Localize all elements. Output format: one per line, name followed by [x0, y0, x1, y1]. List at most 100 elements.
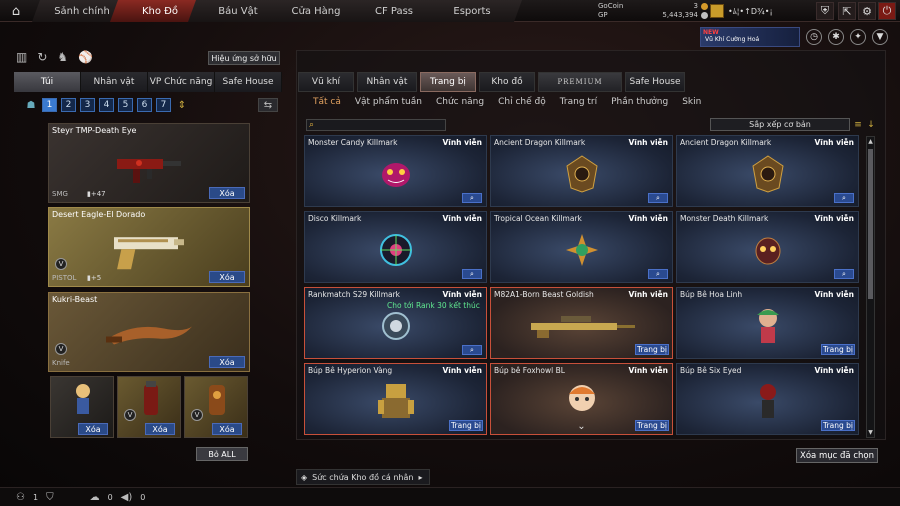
item-name: Búp Bê Six Eyed — [680, 366, 742, 375]
equipment-slot[interactable]: V Xóa — [184, 376, 248, 438]
magnifier-icon: ⌕ — [656, 193, 660, 202]
clock-icon[interactable]: ◷ — [806, 29, 822, 45]
subtab-chuc-nang[interactable]: Chức năng — [429, 97, 491, 109]
sort-arrows-icon[interactable]: ⇕ — [175, 98, 189, 112]
page-button[interactable]: 5 — [118, 98, 133, 112]
tab-kho-do-right[interactable]: Kho đồ — [479, 72, 535, 92]
remove-button[interactable]: Xóa — [212, 423, 242, 435]
item-card[interactable]: Búp Bê Hoa Linh Vĩnh viễn Trang bị — [676, 287, 859, 359]
sort-dropdown[interactable]: Sắp xếp cơ bản — [710, 118, 850, 131]
weapon-slot-knife[interactable]: Kukri-Beast V Knife Xóa — [48, 292, 250, 372]
item-card-selected[interactable]: M82A1-Born Beast Goldish Vĩnh viễn Trang… — [490, 287, 673, 359]
weapon-slot-pistol[interactable]: Desert Eagle-El Dorado V PISTOL ▮+5 Xóa — [48, 207, 250, 287]
clear-selected-button[interactable]: Xóa mục đã chọn — [796, 448, 878, 463]
page-button[interactable]: 4 — [99, 98, 114, 112]
remove-button[interactable]: Xóa — [78, 423, 108, 435]
item-card[interactable]: Ancient Dragon Killmark Vĩnh viễn ⌕ — [490, 135, 673, 207]
event-weapon-banner[interactable]: NEW Vũ Khí Cường Hoá — [700, 27, 800, 47]
equip-button[interactable]: Trang bị — [635, 344, 669, 355]
remove-all-button[interactable]: Bỏ ALL — [196, 447, 248, 461]
tab-tui[interactable]: Túi — [14, 72, 81, 92]
item-card[interactable]: Ancient Dragon Killmark Vĩnh viễn ⌕ — [676, 135, 859, 207]
item-card-selected[interactable]: Rankmatch S29 Killmark Vĩnh viễn Cho tới… — [304, 287, 487, 359]
subtab-phan-thuong[interactable]: Phần thưởng — [604, 97, 675, 109]
equip-button[interactable]: Trang bị — [821, 420, 855, 431]
remove-button[interactable]: Xóa — [209, 356, 245, 368]
item-card-selected[interactable]: Búp bê Foxhowl BL Vĩnh viễn ⌄ Trang bị — [490, 363, 673, 435]
inspect-button[interactable]: ⌕ — [462, 193, 482, 203]
item-card[interactable]: Búp Bê Six Eyed Vĩnh viễn Trang bị — [676, 363, 859, 435]
grenade-slot[interactable]: V Xóa — [117, 376, 181, 438]
item-card[interactable]: Monster Candy Killmark Vĩnh viễn ⌕ — [304, 135, 487, 207]
tab-nhan-vat[interactable]: Nhân vật — [357, 72, 417, 92]
ball-icon[interactable]: ⚾ — [78, 50, 93, 64]
inspect-button[interactable]: ⌕ — [834, 193, 854, 203]
inspect-button[interactable]: ⌕ — [462, 269, 482, 279]
tab-nhan-vat-left[interactable]: Nhân vật — [81, 72, 148, 92]
character-slot[interactable]: Xóa — [50, 376, 114, 438]
item-card[interactable]: Tropical Ocean Killmark Vĩnh viễn ⌕ — [490, 211, 673, 283]
tab-safe-house-right[interactable]: Safe House — [625, 72, 685, 92]
target-icon[interactable]: ✱ — [828, 29, 844, 45]
subtab-trang-tri[interactable]: Trang trí — [553, 97, 604, 109]
top-nav-bar: ⌂ Sảnh chính Kho Đồ Báu Vật Cửa Hàng CF … — [0, 0, 900, 22]
tab-vp-chuc-nang[interactable]: VP Chức năng — [148, 72, 215, 92]
subtab-chi-che-do[interactable]: Chỉ chế độ — [491, 97, 553, 109]
scroll-down-icon[interactable]: ▼ — [867, 428, 874, 437]
subtab-tat-ca[interactable]: Tất cả — [306, 97, 348, 109]
speaker-icon[interactable]: ◀) — [121, 492, 133, 503]
mail-icon[interactable]: ⛉ — [46, 492, 54, 503]
inspect-button[interactable]: ⌕ — [834, 269, 854, 279]
list-icon[interactable]: ≡ — [852, 118, 864, 131]
subtab-skin[interactable]: Skin — [675, 97, 708, 109]
swap-icon[interactable]: ⇆ — [258, 98, 278, 112]
tab-esports[interactable]: Esports — [422, 0, 522, 22]
killmark-icon — [565, 155, 598, 193]
inspect-button[interactable]: ⌕ — [462, 345, 482, 355]
tab-safe-house-left[interactable]: Safe House — [215, 72, 282, 92]
refresh-icon[interactable]: ↻ — [37, 50, 47, 64]
storage-capacity-button[interactable]: ◈ Sức chứa Kho đồ cá nhân ▸ — [296, 469, 430, 485]
search-input[interactable]: ⌕ — [306, 119, 446, 131]
killmark-icon — [751, 155, 784, 193]
item-card[interactable]: Disco Killmark Vĩnh viễn ⌕ — [304, 211, 487, 283]
wing-icon[interactable]: ▼ — [872, 29, 888, 45]
page-button[interactable]: 7 — [156, 98, 171, 112]
character-icon[interactable]: ♞ — [57, 50, 68, 64]
page-button[interactable]: 1 — [42, 98, 57, 112]
equip-button[interactable]: Trang bị — [821, 344, 855, 355]
inspect-button[interactable]: ⌕ — [648, 193, 668, 203]
equip-button[interactable]: Trang bị — [449, 420, 483, 431]
scroll-thumb[interactable] — [868, 149, 873, 299]
home-icon[interactable]: ⌂ — [4, 2, 28, 20]
power-icon[interactable]: ⏻ — [878, 2, 896, 20]
tab-trang-bi[interactable]: Trang bị — [420, 72, 476, 92]
party-icon[interactable]: ⚇ — [16, 492, 25, 503]
inspect-button[interactable]: ⌕ — [648, 269, 668, 279]
remove-button[interactable]: Xóa — [145, 423, 175, 435]
inventory-scrollbar[interactable]: ▲ ▼ — [866, 136, 875, 438]
scroll-up-icon[interactable]: ▲ — [867, 137, 874, 146]
shield-icon[interactable]: ⛨ — [816, 2, 834, 20]
sort-down-icon[interactable]: ↓ — [865, 118, 877, 131]
exit-icon[interactable]: ⇱ — [838, 2, 856, 20]
hieu-ung-button[interactable]: Hiệu ứng sở hữu — [208, 51, 280, 65]
remove-button[interactable]: Xóa — [209, 187, 245, 199]
page-button[interactable]: 6 — [137, 98, 152, 112]
player-info[interactable]: •ﾑ¦•↑D¾•¡ — [710, 3, 810, 19]
remove-button[interactable]: Xóa — [209, 271, 245, 283]
tab-premium[interactable]: PREMIUM — [538, 72, 622, 92]
subtab-vat-pham-tuan[interactable]: Vật phẩm tuần — [348, 97, 429, 109]
item-card[interactable]: Monster Death Killmark Vĩnh viễn ⌕ — [676, 211, 859, 283]
emblem-icon[interactable]: ✦ — [850, 29, 866, 45]
equip-button[interactable]: Trang bị — [635, 420, 669, 431]
item-card-selected[interactable]: Búp Bê Hyperion Vàng Vĩnh viễn Trang bị — [304, 363, 487, 435]
gear-icon[interactable]: ⚙ — [858, 2, 876, 20]
tab-vu-khi[interactable]: Vũ khí — [298, 72, 354, 92]
page-button[interactable]: 3 — [80, 98, 95, 112]
weapon-slot-smg[interactable]: Steyr TMP-Death Eye SMG ▮+47 Xóa — [48, 123, 250, 203]
chat-icon[interactable]: ☁ — [90, 492, 100, 503]
chevron-down-icon[interactable]: ⌄ — [577, 421, 585, 432]
stats-icon[interactable]: ▥ — [16, 50, 27, 64]
page-button[interactable]: 2 — [61, 98, 76, 112]
